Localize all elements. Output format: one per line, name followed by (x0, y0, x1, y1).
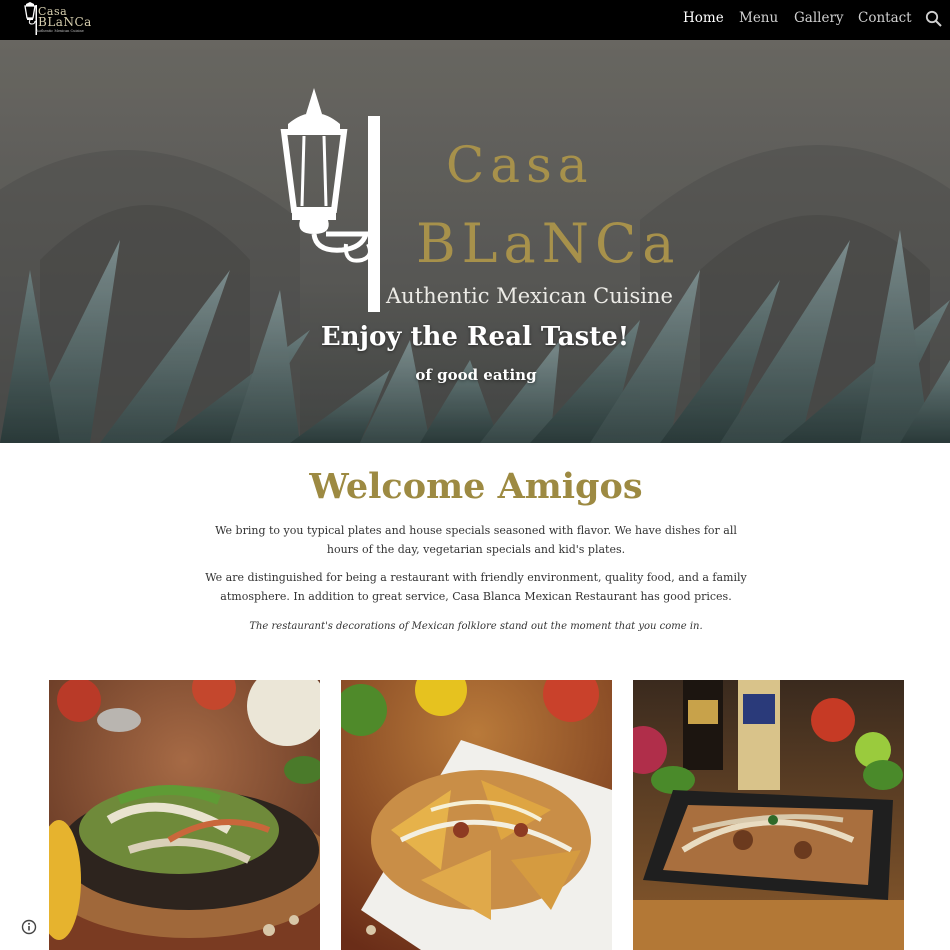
welcome-title: Welcome Amigos (309, 466, 643, 507)
hero-logo: Casa BLaNCa Authentic Mexican Cuisine (266, 84, 690, 316)
brand-word-blanca: BLaNCa (38, 15, 92, 29)
nav-contact[interactable]: Contact (858, 10, 912, 26)
top-nav-bar: Casa BLaNCa Authentic Mexican Cuisine Ho… (0, 0, 950, 40)
search-icon[interactable] (924, 9, 944, 29)
welcome-paragraph-3: The restaurant's decorations of Mexican … (249, 621, 703, 632)
brand-logo[interactable]: Casa BLaNCa Authentic Mexican Cuisine (20, 2, 91, 36)
nav-menu[interactable]: Menu (739, 10, 778, 26)
brand-tagline: Authentic Mexican Cuisine (36, 29, 84, 33)
lantern-icon (280, 88, 380, 312)
logo-word-casa: Casa (446, 136, 594, 194)
hero-subtitle: of good eating (415, 366, 537, 384)
nav-gallery[interactable]: Gallery (794, 10, 844, 26)
fajitas-photo (49, 680, 320, 950)
welcome-paragraph-1: We bring to you typical plates and house… (215, 524, 737, 556)
info-icon[interactable] (20, 918, 38, 936)
logo-subtitle: Authentic Mexican Cuisine (386, 284, 673, 308)
hero-title: Enjoy the Real Taste! (320, 322, 630, 352)
welcome-paragraph-2: We are distinguished for being a restaur… (205, 571, 747, 603)
nachos-photo (341, 680, 612, 950)
loaded-nachos-photo (633, 680, 904, 950)
hero-banner: Casa BLaNCa Authentic Mexican Cuisine En… (0, 40, 950, 443)
nav-home[interactable]: Home (683, 10, 724, 26)
logo-word-blanca: BLaNCa (416, 212, 681, 275)
